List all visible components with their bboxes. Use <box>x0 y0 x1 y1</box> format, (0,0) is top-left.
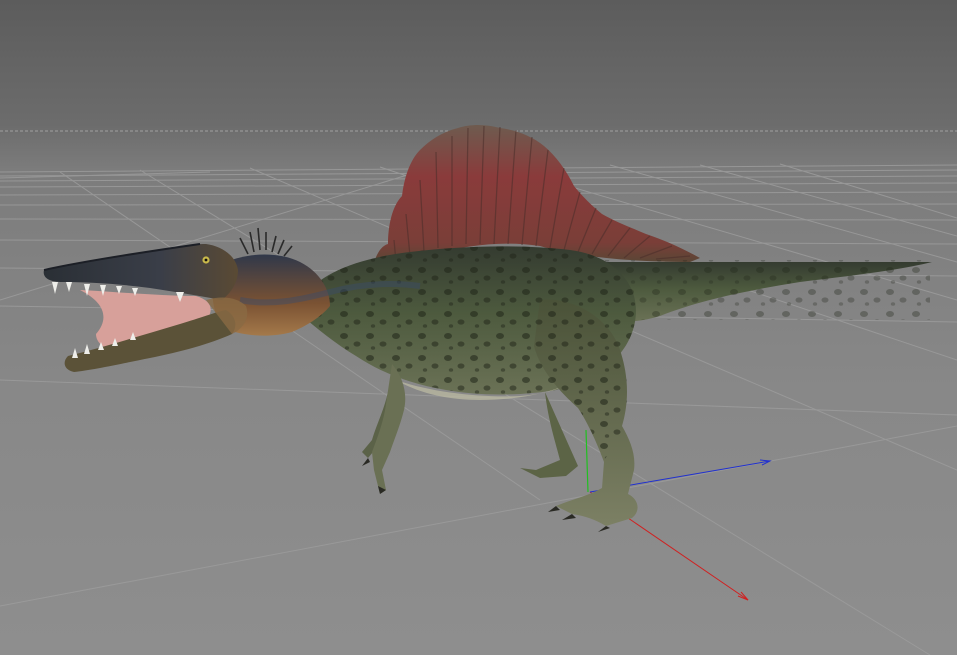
viewport-canvas[interactable] <box>0 0 957 655</box>
tail-spots <box>600 260 930 320</box>
y-axis-line <box>585 429 589 493</box>
3d-viewport[interactable] <box>0 0 957 655</box>
far-hind-leg <box>520 392 578 478</box>
pupil <box>204 258 208 262</box>
neck-spikes <box>239 227 293 257</box>
